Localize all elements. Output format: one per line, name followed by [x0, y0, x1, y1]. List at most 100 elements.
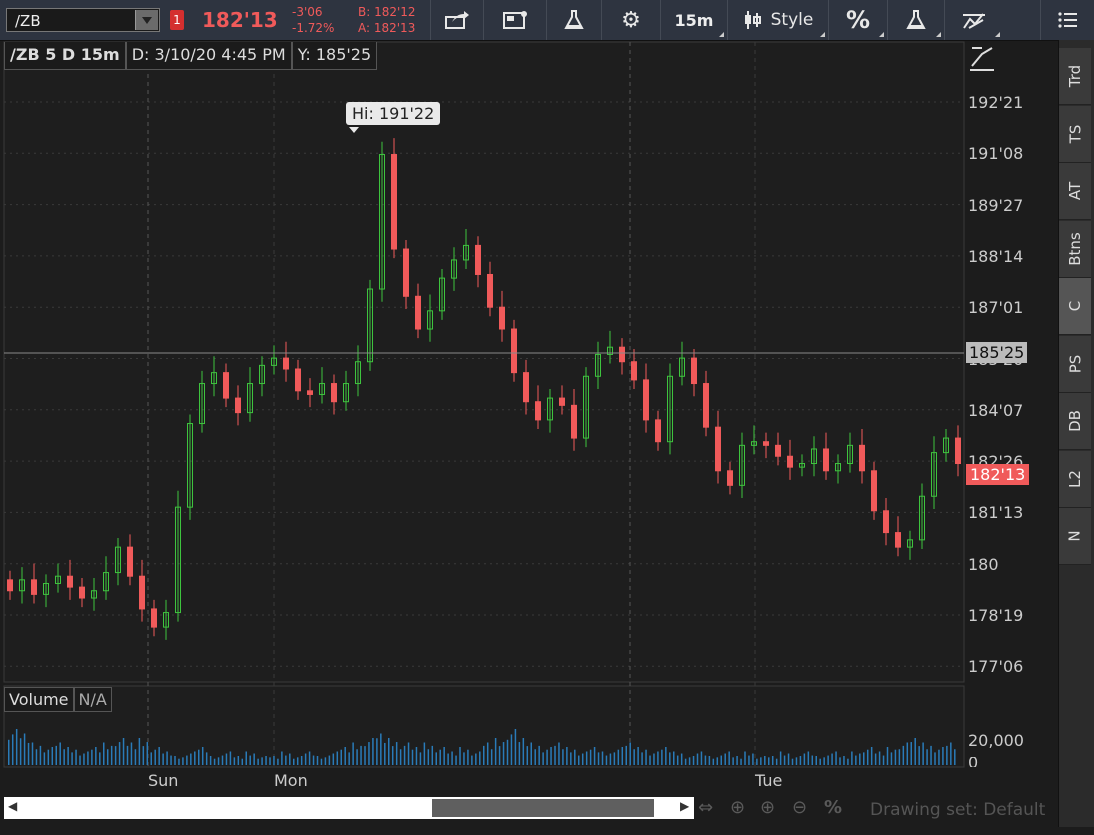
volume-bar	[914, 738, 916, 765]
volume-bar	[273, 756, 275, 765]
candle-body	[535, 401, 541, 421]
news-button[interactable]	[483, 0, 546, 40]
volume-bar	[625, 745, 627, 765]
flask-icon	[906, 10, 926, 29]
zoom-in-icon[interactable]: ⊕	[760, 797, 775, 818]
volume-bar	[819, 758, 821, 765]
volume-bar	[696, 753, 699, 765]
pan-icon[interactable]: ⇔	[698, 797, 713, 818]
volume-bar	[63, 749, 65, 765]
sidebar-tab-label: DB	[1066, 410, 1084, 432]
volume-bar	[661, 749, 663, 765]
percent-mode-icon[interactable]: %	[824, 797, 842, 818]
sidebar-tab-db[interactable]: DB	[1059, 393, 1091, 450]
volume-bar	[71, 752, 73, 765]
interval-selector[interactable]: 15m	[660, 0, 727, 40]
studies-button[interactable]	[546, 0, 601, 40]
chart-settings-icon[interactable]	[968, 44, 996, 72]
volume-bar	[954, 749, 956, 765]
sidebar-tab-btns[interactable]: Btns	[1059, 220, 1091, 278]
volume-bar	[39, 745, 42, 765]
volume-bar	[158, 747, 160, 765]
menu-button[interactable]	[1040, 0, 1094, 40]
volume-bar	[427, 749, 430, 765]
volume-bar	[447, 753, 449, 765]
volume-bar	[526, 746, 529, 765]
volume-bar	[906, 742, 909, 765]
scroll-thumb[interactable]	[432, 799, 654, 817]
volume-bar	[680, 753, 683, 765]
sidebar-tab-c[interactable]: C	[1059, 278, 1091, 335]
volume-bar	[688, 757, 691, 765]
drawing-set-label[interactable]: Drawing set: Default	[870, 800, 1045, 820]
volume-bar	[629, 742, 631, 765]
volume-bar	[894, 749, 897, 765]
volume-bar	[103, 742, 105, 765]
sidebar-tab-at[interactable]: AT	[1059, 163, 1091, 220]
sidebar-tab-trd[interactable]: Trd	[1059, 48, 1091, 105]
scroll-left-icon[interactable]: ◀	[8, 799, 17, 813]
candle-body	[67, 575, 73, 588]
candle-body	[235, 397, 241, 414]
style-button[interactable]: Style	[727, 0, 828, 40]
volume-bar	[886, 747, 889, 765]
volume-bar	[617, 749, 620, 765]
volume-bar	[518, 742, 521, 765]
volume-bar	[748, 755, 750, 765]
share-button[interactable]	[430, 0, 483, 40]
volume-bar	[209, 756, 212, 765]
candle-body	[151, 608, 157, 628]
sidebar-tab-n[interactable]: N	[1059, 508, 1091, 565]
volume-bar	[803, 753, 806, 765]
volume-bar	[574, 749, 576, 765]
percent-button[interactable]: %	[828, 0, 887, 40]
settings-button[interactable]: ⚙	[601, 0, 660, 40]
sidebar-tab-ts[interactable]: TS	[1059, 105, 1091, 163]
volume-bar	[566, 747, 568, 765]
volume-bar	[293, 758, 295, 765]
volume-bar	[823, 757, 825, 765]
volume-bar	[530, 742, 532, 765]
bid-price: B: 182'12	[358, 5, 416, 19]
volume-bar	[312, 755, 315, 765]
volume-bar	[514, 729, 517, 765]
sidebar-tab-label: N	[1065, 530, 1084, 542]
volume-bar	[613, 752, 616, 765]
volume-bar	[19, 738, 22, 765]
volume-bar	[154, 749, 156, 765]
volume-bar	[380, 733, 382, 765]
alert-badge[interactable]: 1	[170, 10, 184, 30]
candle-body	[895, 532, 901, 548]
volume-bar	[344, 747, 346, 765]
volume-bar	[934, 752, 936, 765]
symbol-selector[interactable]: /ZB	[6, 8, 160, 32]
candle-body	[391, 154, 397, 250]
volume-bar	[356, 749, 358, 765]
chevron-down-icon[interactable]	[135, 10, 158, 30]
volume-bar	[645, 749, 647, 765]
volume-bar	[261, 757, 263, 765]
candle-body	[655, 419, 661, 443]
volume-bar	[843, 756, 845, 765]
studies-menu-button[interactable]	[887, 0, 944, 40]
sidebar-tab-l2[interactable]: L2	[1059, 450, 1091, 508]
candle-body	[823, 448, 829, 472]
scroll-right-icon[interactable]: ▶	[680, 799, 689, 813]
price-axis-label: 187'01	[968, 298, 1024, 318]
chart-title: /ZB 5 D 15m	[4, 42, 126, 70]
zoom-out-icon[interactable]: ⊖	[792, 797, 807, 818]
volume-bar	[384, 742, 386, 765]
horizontal-scrollbar[interactable]: ◀ ▶	[4, 797, 694, 819]
volume-bar	[795, 757, 798, 765]
price-chart[interactable]	[0, 40, 1058, 835]
volume-bar	[874, 753, 877, 765]
symbol-text: /ZB	[15, 12, 41, 30]
volume-bar	[882, 755, 885, 765]
price-axis-label: 177'06	[968, 657, 1024, 677]
candle-body	[223, 372, 229, 399]
drawings-button[interactable]	[944, 0, 1003, 40]
volume-bar	[601, 751, 604, 765]
sidebar-tab-ps[interactable]: PS	[1059, 335, 1091, 393]
price-axis-label: 188'14	[968, 246, 1024, 266]
crosshair-icon[interactable]: ⊕	[730, 797, 745, 818]
